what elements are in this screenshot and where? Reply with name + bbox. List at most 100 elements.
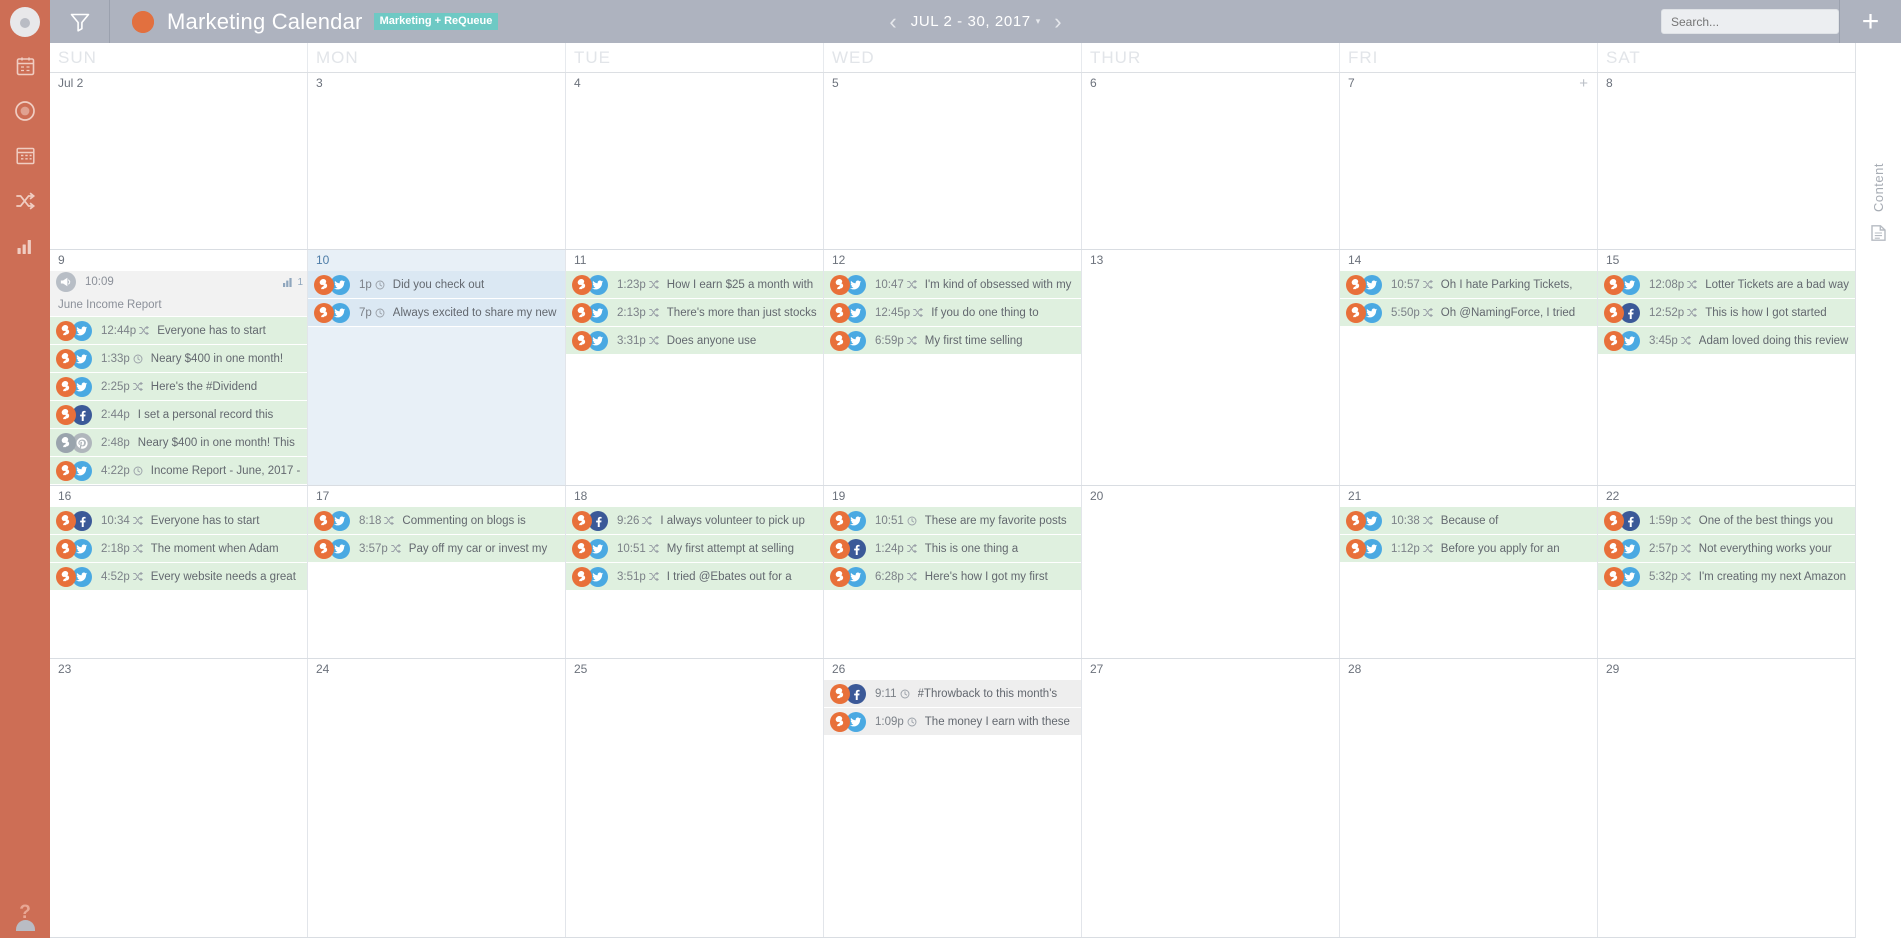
calendar-event[interactable]: 2:18p The moment when Adam [50,535,307,563]
day-cell-24[interactable]: 24 [308,659,566,937]
shuffle-icon [906,280,917,289]
shuffle-icon [390,544,401,553]
day-number: 23 [58,662,72,676]
day-cell-12[interactable]: 12 10:47 I'm kind of obsessed with my 12:45… [824,250,1082,485]
day-cell-20[interactable]: 20 [1082,486,1340,658]
calendar-event[interactable]: 3:51p I tried @Ebates out for a [566,563,823,591]
shuffle-icon [1687,280,1698,289]
user-avatar[interactable] [0,0,50,931]
day-cell-6[interactable]: 6 [1082,73,1340,249]
calendar-event[interactable]: 9:26 I always volunteer to pick up [566,507,823,535]
calendar-event[interactable]: 2:57p Not everything works your [1598,535,1855,563]
filter-icon[interactable] [50,0,110,43]
calendar-event[interactable]: 1:23p How I earn $25 a month with [566,271,823,299]
day-cell-28[interactable]: 28 [1340,659,1598,937]
calendar-event[interactable]: 1:24p This is one thing a [824,535,1081,563]
day-cell-3[interactable]: 3 [308,73,566,249]
chevron-down-icon[interactable]: ▾ [1036,16,1041,27]
day-cell-9[interactable]: 9 10:09 1 June Income Report 12:44p Everyone … [50,250,308,485]
shuffle-icon[interactable] [0,178,50,223]
day-cell-26[interactable]: 26 9:11 #Throwback to this month's 1:09p The… [824,659,1082,937]
day-cell-14[interactable]: 14 10:57 Oh I hate Parking Tickets, 5:50p Oh… [1340,250,1598,485]
calendar-event[interactable]: 1:33p Neary $400 in one month! [50,345,307,373]
calendar-event[interactable]: 1p Did you check out [308,271,565,299]
calendar-event[interactable]: 3:45p Adam loved doing this review [1598,327,1855,355]
calendar-event[interactable]: 6:28p Here's how I got my first [824,563,1081,591]
day-cell-11[interactable]: 11 1:23p How I earn $25 a month with 2:13p T… [566,250,824,485]
calendar-event[interactable]: 2:13p There's more than just stocks [566,299,823,327]
profile-avatar-icon [1346,302,1366,323]
day-of-week-header: SUN MON TUE WED THUR FRI SAT [50,43,1855,73]
calendar-event[interactable]: 5:32p I'm creating my next Amazon [1598,563,1855,591]
calendar-event[interactable]: 7p Always excited to share my new [308,299,565,327]
calendar-event[interactable]: 12:52p This is how I got started [1598,299,1855,327]
calendar-event[interactable]: 2:44p I set a personal record this [50,401,307,429]
calendar-event[interactable]: 10:34 Everyone has to start [50,507,307,535]
calendar-event[interactable]: 1:59p One of the best things you [1598,507,1855,535]
calendar-event[interactable]: 9:11 #Throwback to this month's [824,680,1081,708]
report-title[interactable]: June Income Report [50,293,307,317]
calendar-event[interactable]: 1:12p Before you apply for an [1340,535,1597,563]
calendar-event[interactable]: 1:09p The money I earn with these [824,708,1081,736]
event-network-icons [314,538,354,559]
day-cell-13[interactable]: 13 [1082,250,1340,485]
calendar-event[interactable]: 6:59p My first time selling [824,327,1081,355]
day-cell-23[interactable]: 23 [50,659,308,937]
day-cell-18[interactable]: 18 9:26 I always volunteer to pick up 10:51… [566,486,824,658]
add-post-icon[interactable]: + [1579,76,1588,91]
add-button[interactable]: + [1839,0,1901,43]
day-cell-16[interactable]: 16 10:34 Everyone has to start 2:18p The mom… [50,486,308,658]
shuffle-icon [906,544,917,553]
report-row[interactable]: 10:09 1 [50,271,307,293]
calendar-event[interactable]: 5:50p Oh @NamingForce, I tried [1340,299,1597,327]
event-text: There's more than just stocks [666,306,817,319]
day-cell-22[interactable]: 22 1:59p One of the best things you 2:57p No… [1598,486,1855,658]
calendar-event[interactable]: 12:44p Everyone has to start [50,317,307,345]
analytics-bars-icon[interactable] [0,223,50,268]
calendar-event[interactable]: 4:52p Every website needs a great [50,563,307,591]
next-period-button[interactable]: › [1054,10,1061,33]
event-time: 10:51 [617,542,646,555]
day-cell-4[interactable]: 4 [566,73,824,249]
day-cell-8[interactable]: 8 [1598,73,1855,249]
calendar-event[interactable]: 8:18 Commenting on blogs is [308,507,565,535]
day-cell-21[interactable]: 21 10:38 Because of 1:12p Before you apply f… [1340,486,1598,658]
day-cell-5[interactable]: 5 [824,73,1082,249]
day-number: 14 [1348,253,1362,267]
day-cell-jul-2[interactable]: Jul 2 [50,73,308,249]
prev-period-button[interactable]: ‹ [889,10,896,33]
search-input[interactable] [1661,9,1839,34]
help-button[interactable]: ? [0,902,50,924]
calendar-event[interactable]: 2:48p Neary $400 in one month! This [50,429,307,457]
day-cell-17[interactable]: 17 8:18 Commenting on blogs is 3:57p Pay off… [308,486,566,658]
content-panel-label[interactable]: Content [1871,163,1886,212]
calendar-event[interactable]: 3:31p Does anyone use [566,327,823,355]
day-cell-29[interactable]: 29 [1598,659,1855,937]
calendar-event[interactable]: 4:22p Income Report - June, 2017 - [50,457,307,485]
calendar-grid-icon[interactable] [0,133,50,178]
calendar-clipboard-icon[interactable] [0,43,50,88]
calendar-event[interactable]: 10:57 Oh I hate Parking Tickets, [1340,271,1597,299]
calendar-event[interactable]: 12:08p Lotter Tickets are a bad way [1598,271,1855,299]
event-text: Commenting on blogs is [402,514,526,527]
day-cell-7[interactable]: 7 + [1340,73,1598,249]
event-time: 3:57p [359,542,388,555]
calendar-event[interactable]: 3:57p Pay off my car or invest my [308,535,565,563]
event-time: 12:45p [875,306,911,319]
requeue-circle-icon[interactable] [0,88,50,133]
document-icon[interactable] [1870,224,1887,247]
shuffle-icon [913,308,924,317]
day-cell-10[interactable]: 10 1p Did you check out 7p Always excited to… [308,250,566,485]
calendar-event[interactable]: 10:51 These are my favorite posts [824,507,1081,535]
event-network-icons [314,274,354,295]
calendar-event[interactable]: 2:25p Here's the #Dividend [50,373,307,401]
calendar-event[interactable]: 10:38 Because of [1340,507,1597,535]
day-cell-25[interactable]: 25 [566,659,824,937]
date-range-label[interactable]: JUL 2 - 30, 2017 [911,13,1031,30]
calendar-event[interactable]: 12:45p If you do one thing to [824,299,1081,327]
calendar-event[interactable]: 10:51 My first attempt at selling [566,535,823,563]
day-cell-15[interactable]: 15 12:08p Lotter Tickets are a bad way 12:5… [1598,250,1855,485]
day-cell-19[interactable]: 19 10:51 These are my favorite posts 1:24p T… [824,486,1082,658]
day-cell-27[interactable]: 27 [1082,659,1340,937]
calendar-event[interactable]: 10:47 I'm kind of obsessed with my [824,271,1081,299]
